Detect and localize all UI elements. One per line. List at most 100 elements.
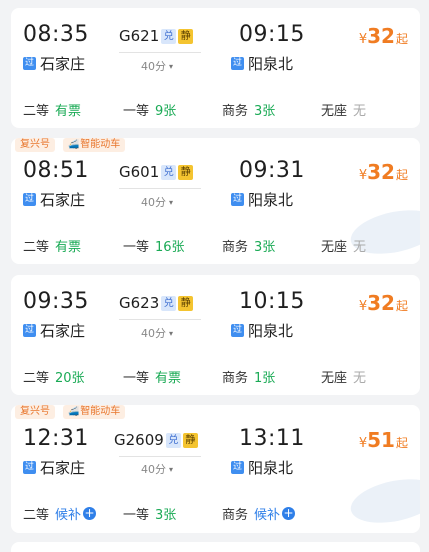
pass-icon: 过 bbox=[23, 193, 36, 206]
duration-text: 40分 bbox=[141, 327, 166, 340]
chevron-down-icon: ▾ bbox=[169, 464, 174, 474]
train-card-g601[interactable]: 复兴号 🚄智能动车 08:51 过 石家庄 G601 兑 静 40分 ▾ 09:… bbox=[11, 138, 420, 264]
price-amount: 32 bbox=[367, 160, 395, 184]
pass-icon: 过 bbox=[231, 461, 244, 474]
price: ¥ 32 起 bbox=[359, 160, 408, 184]
add-waitlist-icon[interactable]: + bbox=[83, 507, 97, 520]
price: ¥ 32 起 bbox=[359, 291, 408, 315]
price: ¥ 32 起 bbox=[359, 24, 408, 48]
tag-fuxing: 复兴号 bbox=[15, 405, 55, 419]
seat-business-class: 商务 3张 bbox=[222, 104, 276, 119]
quiet-badge-icon: 静 bbox=[178, 164, 194, 180]
price-currency: ¥ bbox=[358, 168, 368, 183]
pass-icon: 过 bbox=[23, 461, 36, 474]
train-number: G2609 兑 静 bbox=[114, 431, 198, 449]
pass-icon: 过 bbox=[231, 193, 244, 206]
dui-badge-icon: 兑 bbox=[161, 164, 177, 180]
price-suffix: 起 bbox=[395, 436, 408, 450]
departure-station: 过 石家庄 bbox=[23, 320, 85, 341]
duration-toggle[interactable]: 40分 ▾ bbox=[141, 461, 173, 477]
train-card-g623[interactable]: 09:35 过 石家庄 G623 兑 静 40分 ▾ 10:15 过 阳泉北 ¥… bbox=[11, 275, 420, 395]
price-currency: ¥ bbox=[358, 436, 368, 451]
background-decoration bbox=[346, 472, 420, 530]
quiet-badge-icon: 静 bbox=[178, 295, 194, 311]
arrival-station: 过 阳泉北 bbox=[231, 320, 293, 341]
quiet-badge-icon: 静 bbox=[178, 28, 194, 44]
train-icon: 🚄 bbox=[68, 140, 80, 150]
chevron-down-icon: ▾ bbox=[169, 197, 174, 207]
arrival-station: 过 阳泉北 bbox=[231, 53, 293, 74]
train-number-text: G623 bbox=[119, 294, 160, 312]
duration-text: 40分 bbox=[141, 60, 166, 73]
divider bbox=[119, 52, 201, 53]
duration-toggle[interactable]: 40分 ▾ bbox=[141, 194, 173, 210]
add-waitlist-icon[interactable]: + bbox=[282, 507, 296, 520]
departure-time: 09:35 bbox=[23, 289, 89, 314]
seat-business-class: 商务 1张 bbox=[222, 371, 276, 386]
pass-icon: 过 bbox=[23, 57, 36, 70]
price-amount: 32 bbox=[367, 24, 395, 48]
price-currency: ¥ bbox=[358, 32, 368, 47]
price-currency: ¥ bbox=[358, 299, 368, 314]
arrival-time: 09:31 bbox=[239, 158, 305, 183]
departure-station-name: 石家庄 bbox=[40, 55, 86, 73]
price: ¥ 51 起 bbox=[359, 428, 408, 452]
tag-smart: 🚄智能动车 bbox=[63, 138, 126, 152]
departure-time: 08:51 bbox=[23, 158, 89, 183]
train-number-text: G601 bbox=[119, 163, 160, 181]
departure-time: 08:35 bbox=[23, 22, 89, 47]
seat-first-class: 一等 16张 bbox=[123, 240, 185, 255]
train-number: G621 兑 静 bbox=[119, 27, 194, 45]
seat-first-class: 一等 有票 bbox=[123, 371, 182, 386]
train-card-g2609[interactable]: 复兴号 🚄智能动车 12:31 过 石家庄 G2609 兑 静 40分 ▾ 13… bbox=[11, 405, 420, 533]
arrival-time: 13:11 bbox=[239, 426, 305, 451]
seat-first-class: 一等 9张 bbox=[123, 104, 177, 119]
seat-business-class: 商务 3张 bbox=[222, 240, 276, 255]
departure-station-name: 石家庄 bbox=[40, 459, 86, 477]
seat-no-seat: 无座 无 bbox=[321, 240, 367, 255]
train-tags: 复兴号 🚄智能动车 bbox=[15, 138, 126, 152]
departure-station-name: 石家庄 bbox=[40, 191, 86, 209]
arrival-station-name: 阳泉北 bbox=[248, 322, 294, 340]
arrival-time: 09:15 bbox=[239, 22, 305, 47]
price-suffix: 起 bbox=[395, 299, 408, 313]
dui-badge-icon: 兑 bbox=[165, 432, 181, 448]
price-suffix: 起 bbox=[395, 168, 408, 182]
seat-second-class: 二等 有票 bbox=[23, 240, 82, 255]
train-icon: 🚄 bbox=[68, 407, 80, 417]
quiet-badge-icon: 静 bbox=[182, 432, 198, 448]
seat-second-class[interactable]: 二等 候补 + bbox=[23, 504, 97, 523]
train-number: G623 兑 静 bbox=[119, 294, 194, 312]
arrival-time: 10:15 bbox=[239, 289, 305, 314]
arrival-station: 过 阳泉北 bbox=[231, 189, 293, 210]
divider bbox=[119, 188, 201, 189]
pass-icon: 过 bbox=[231, 57, 244, 70]
seat-business-class[interactable]: 商务 候补 + bbox=[222, 504, 296, 523]
price-amount: 51 bbox=[367, 428, 395, 452]
train-card-g621[interactable]: 08:35 过 石家庄 G621 兑 静 40分 ▾ 09:15 过 阳泉北 ¥… bbox=[11, 8, 420, 128]
seat-first-class: 一等 3张 bbox=[123, 508, 177, 523]
duration-toggle[interactable]: 40分 ▾ bbox=[141, 325, 173, 341]
duration-text: 40分 bbox=[141, 196, 166, 209]
train-number: G601 兑 静 bbox=[119, 163, 194, 181]
seat-second-class: 二等 20张 bbox=[23, 371, 85, 386]
arrival-station: 过 阳泉北 bbox=[231, 457, 293, 478]
departure-time: 12:31 bbox=[23, 426, 89, 451]
duration-toggle[interactable]: 40分 ▾ bbox=[141, 58, 173, 74]
arrival-station-name: 阳泉北 bbox=[248, 55, 294, 73]
tag-fuxing: 复兴号 bbox=[15, 138, 55, 152]
duration-text: 40分 bbox=[141, 463, 166, 476]
departure-station: 过 石家庄 bbox=[23, 53, 85, 74]
arrival-station-name: 阳泉北 bbox=[248, 191, 294, 209]
tag-smart: 🚄智能动车 bbox=[63, 405, 126, 419]
dui-badge-icon: 兑 bbox=[161, 28, 177, 44]
departure-station-name: 石家庄 bbox=[40, 322, 86, 340]
seat-no-seat: 无座 无 bbox=[321, 371, 367, 386]
train-number-text: G2609 bbox=[114, 431, 164, 449]
seat-no-seat: 无座 无 bbox=[321, 104, 367, 119]
pass-icon: 过 bbox=[23, 324, 36, 337]
chevron-down-icon: ▾ bbox=[169, 328, 174, 338]
pass-icon: 过 bbox=[231, 324, 244, 337]
divider bbox=[119, 319, 201, 320]
price-suffix: 起 bbox=[395, 32, 408, 46]
